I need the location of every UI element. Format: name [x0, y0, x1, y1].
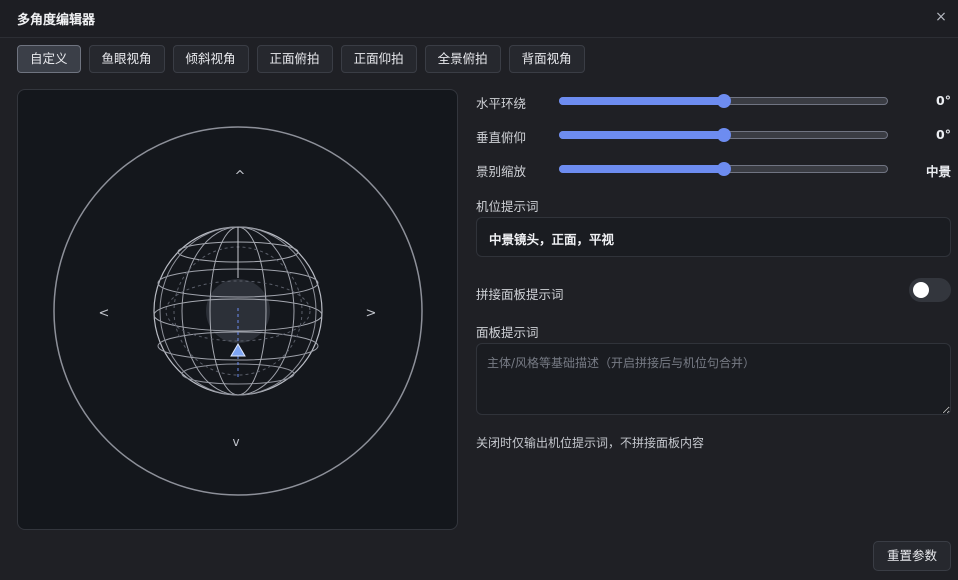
stitch-panel-toggle[interactable] — [909, 278, 951, 302]
slider-value: 0° — [936, 93, 951, 108]
horizontal-orbit-slider[interactable] — [559, 94, 888, 108]
dialog-titlebar: 多角度编辑器 × — [0, 0, 958, 38]
preset-custom-button[interactable]: 自定义 — [17, 45, 81, 73]
slider-fill — [559, 165, 724, 173]
orbit-up-arrow-icon[interactable]: ^ — [235, 169, 246, 184]
slider-row-vertical-pitch: 垂直俯仰 0° — [476, 124, 951, 146]
preset-tilted-button[interactable]: 倾斜视角 — [172, 45, 249, 73]
slider-label: 景别缩放 — [476, 164, 527, 179]
panel-prompt-label: 面板提示词 — [476, 325, 539, 340]
reset-params-button[interactable]: 重置参数 — [873, 541, 951, 571]
orbit-right-arrow-icon[interactable]: > — [366, 306, 377, 321]
slider-fill — [559, 97, 724, 105]
orbit-down-arrow-icon[interactable]: v — [232, 435, 239, 449]
slider-thumb[interactable] — [716, 128, 731, 142]
slider-row-shot-scale: 景别缩放 中景 — [476, 158, 951, 180]
preset-panorama-high-angle-button[interactable]: 全景俯拍 — [424, 45, 501, 73]
preset-back-view-button[interactable]: 背面视角 — [508, 45, 585, 73]
slider-value: 0° — [936, 127, 951, 142]
shot-scale-slider[interactable] — [559, 162, 888, 176]
slider-row-horizontal-orbit: 水平环绕 0° — [476, 90, 951, 112]
orbit-left-arrow-icon[interactable]: < — [99, 306, 110, 321]
slider-thumb[interactable] — [716, 162, 731, 176]
preset-fisheye-button[interactable]: 鱼眼视角 — [88, 45, 165, 73]
camera-prompt-field[interactable]: 中景镜头，正面，平视 — [476, 217, 951, 257]
toggle-knob — [913, 282, 929, 298]
preset-bar: 自定义 鱼眼视角 倾斜视角 正面俯拍 正面仰拍 全景俯拍 背面视角 — [17, 45, 593, 73]
stitch-toggle-label: 拼接面板提示词 — [476, 287, 564, 302]
slider-label: 垂直俯仰 — [476, 130, 527, 145]
triangle-camera-marker-icon[interactable] — [230, 343, 246, 357]
slider-fill — [559, 131, 724, 139]
camera-viewport[interactable]: ^ v < > — [17, 89, 458, 530]
slider-thumb[interactable] — [716, 94, 731, 108]
toggle-hint-text: 关闭时仅输出机位提示词，不拼接面板内容 — [476, 436, 705, 450]
close-icon[interactable]: × — [933, 8, 949, 26]
orbit-sphere-graphic: ^ v < > — [53, 126, 423, 496]
preset-front-high-angle-button[interactable]: 正面俯拍 — [256, 45, 333, 73]
slider-label: 水平环绕 — [476, 96, 527, 111]
preset-front-low-angle-button[interactable]: 正面仰拍 — [340, 45, 417, 73]
slider-value: 中景 — [925, 164, 951, 179]
vertical-pitch-slider[interactable] — [559, 128, 888, 142]
multi-angle-editor-dialog: 多角度编辑器 × 自定义 鱼眼视角 倾斜视角 正面俯拍 正面仰拍 全景俯拍 背面… — [0, 0, 958, 580]
dialog-title: 多角度编辑器 — [17, 13, 96, 28]
camera-prompt-label: 机位提示词 — [476, 199, 539, 214]
panel-prompt-textarea[interactable] — [476, 343, 951, 415]
